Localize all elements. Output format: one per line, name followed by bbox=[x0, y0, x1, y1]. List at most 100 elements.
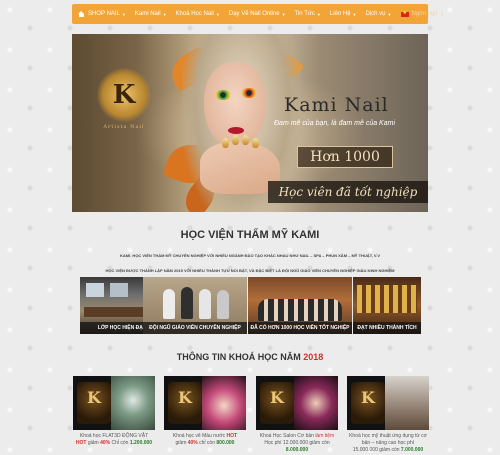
intro-description: HỌC VIỆN ĐƯỢC THÀNH LẬP NĂM 2015 VỚI NHI… bbox=[105, 268, 395, 273]
kami-logo-icon bbox=[351, 382, 385, 424]
nav-label: Tin Tức bbox=[294, 11, 315, 17]
graduates-group bbox=[258, 299, 342, 321]
nav-item-kami-nail[interactable]: Kami Nail ▼ bbox=[135, 11, 167, 17]
price-label: Chỉ còn bbox=[111, 440, 129, 446]
chevron-down-icon: ▼ bbox=[440, 11, 445, 17]
course-image bbox=[73, 376, 155, 430]
price-label: chỉ còn bbox=[199, 440, 215, 446]
nav-item-news[interactable]: Tin Tức ▼ bbox=[295, 11, 321, 17]
discount-label: 15.000.000 giảm còn bbox=[352, 447, 400, 453]
nav-label: Dịch vụ bbox=[365, 11, 386, 17]
chevron-down-icon: ▼ bbox=[162, 11, 167, 17]
language-label: Ngôn ngữ bbox=[411, 11, 439, 17]
teacher-figure bbox=[217, 290, 229, 319]
course-name: Khoá Học Salon Cơ bản bbox=[259, 433, 314, 439]
nail-art bbox=[222, 138, 229, 148]
chevron-down-icon: ▼ bbox=[387, 11, 392, 17]
home-icon bbox=[78, 11, 85, 17]
nav-item-shop-nail[interactable]: SHOP NAIL ▼ bbox=[78, 11, 126, 17]
course-name: Khoá học vẽ Màu nước bbox=[172, 433, 226, 439]
nav-item-online[interactable]: Dạy Vẽ Nail Online ▼ bbox=[229, 11, 286, 17]
feature-card-teachers[interactable]: ĐỘI NGŨ GIÁO VIÊN CHUYÊN NGHIỆP bbox=[143, 277, 247, 334]
discount-label: giảm bbox=[175, 440, 187, 446]
intro-description: KAMI. HỌC VIỆN THẨM MỸ CHUYÊN NGHIỆP VỚI… bbox=[119, 253, 380, 258]
feature-card-graduates[interactable]: ĐÃ CÓ HƠN 1000 HỌC VIÊN TỐT NGHIỆP bbox=[248, 277, 352, 334]
nav-label: Kami Nail bbox=[134, 11, 161, 17]
chevron-down-icon: ▼ bbox=[121, 11, 126, 17]
language-selector[interactable]: Ngôn ngữ ▼ bbox=[400, 10, 445, 17]
course-image bbox=[164, 376, 246, 430]
kami-logo-icon bbox=[260, 382, 294, 424]
hot-label: HOT bbox=[226, 433, 238, 439]
nail-photo bbox=[202, 376, 246, 430]
course-card[interactable]: Khoá học mỹ thuật ứng dụng từ cơ bản – n… bbox=[347, 376, 429, 454]
courses-title: THÔNG TIN KHOÁ HỌC NĂM 2018 bbox=[0, 352, 500, 362]
logo-subtitle: Artista Nail bbox=[103, 124, 145, 130]
teacher-figure bbox=[181, 287, 193, 319]
model-eye-makeup bbox=[240, 88, 258, 98]
kami-logo-icon: K bbox=[97, 68, 151, 122]
classroom-window bbox=[110, 283, 128, 297]
banner-slogan: Đam mê của bạn, là đam mê của Kami bbox=[274, 120, 395, 127]
nav-item-services[interactable]: Dịch vụ ▼ bbox=[366, 11, 392, 17]
nav-item-courses[interactable]: Khoá Học Nail ▼ bbox=[176, 11, 220, 17]
teacher-figure bbox=[199, 289, 211, 319]
classroom-window bbox=[86, 283, 104, 297]
course-image bbox=[256, 376, 338, 430]
intro-title: HỌC VIỆN THẨM MỸ KAMI bbox=[180, 229, 320, 241]
chevron-down-icon: ▼ bbox=[215, 11, 220, 17]
nail-art bbox=[252, 138, 259, 148]
courses-title-text: THÔNG TIN KHOÁ HỌC NĂM bbox=[176, 352, 301, 362]
nav-label: Dạy Vẽ Nail Online bbox=[228, 11, 280, 17]
hero-banner[interactable]: K Artista Nail Kami Nail Đam mê của bạn,… bbox=[72, 34, 428, 212]
students-photo bbox=[385, 376, 429, 430]
course-card[interactable]: Khoá Học Salon Cơ bản làm tiệm Học phí 1… bbox=[256, 376, 338, 454]
model-eye-makeup bbox=[214, 90, 232, 100]
model-lips bbox=[228, 127, 244, 134]
discount-value: 40% bbox=[187, 440, 198, 446]
hot-label: HOT bbox=[75, 440, 87, 446]
discount-label: Học phí 12.000.000 giảm còn bbox=[264, 440, 330, 446]
course-price: 800.000 bbox=[216, 440, 235, 446]
course-image bbox=[347, 376, 429, 430]
nail-art bbox=[232, 135, 239, 145]
nav-item-contact[interactable]: Liên Hệ ▼ bbox=[330, 11, 357, 17]
course-price: 8.000.000 bbox=[285, 447, 309, 453]
course-card[interactable]: Khoá học FLAT3D ĐỘNG VẬT HOT giảm 40% Ch… bbox=[73, 376, 155, 447]
banner-highlight: Hơn 1000 bbox=[297, 146, 393, 168]
banner-logo: K Artista Nail bbox=[86, 54, 162, 144]
course-price: 7.000.000 bbox=[400, 447, 424, 453]
discount-label: giảm bbox=[87, 440, 99, 446]
course-name: Khoá học mỹ thuật ứng dụng từ cơ bản – n… bbox=[349, 433, 427, 446]
course-description: Khoá Học Salon Cơ bản làm tiệm Học phí 1… bbox=[256, 433, 338, 454]
nav-label: SHOP NAIL bbox=[88, 11, 120, 17]
feature-caption: ĐÃ CÓ HƠN 1000 HỌC VIÊN TỐT NGHIỆP bbox=[248, 322, 352, 334]
kami-logo-icon bbox=[77, 382, 111, 424]
discount-value: 40% bbox=[100, 440, 111, 446]
feature-caption: ĐỘI NGŨ GIÁO VIÊN CHUYÊN NGHIỆP bbox=[143, 322, 247, 334]
feature-card-achievements[interactable]: ĐẠT NHIỀU THÀNH TÍCH bbox=[353, 277, 421, 334]
vietnam-flag-icon bbox=[400, 10, 409, 17]
nail-photo bbox=[294, 376, 338, 430]
course-name: Khoá học FLAT3D ĐỘNG VẬT bbox=[79, 433, 149, 439]
feature-caption: ĐẠT NHIỀU THÀNH TÍCH bbox=[353, 322, 421, 334]
course-description: Khoá học FLAT3D ĐỘNG VẬT HOT giảm 40% Ch… bbox=[73, 433, 155, 447]
course-price: 1.200.000 bbox=[129, 440, 153, 446]
nail-photo bbox=[111, 376, 155, 430]
courses-year: 2018 bbox=[303, 352, 324, 362]
main-nav: SHOP NAIL ▼ Kami Nail ▼ Khoá Học Nail ▼ … bbox=[72, 4, 444, 24]
trophy-shelf bbox=[357, 285, 417, 313]
banner-title: Kami Nail bbox=[284, 94, 389, 116]
teacher-figure bbox=[163, 289, 175, 319]
chevron-down-icon: ▼ bbox=[281, 11, 286, 17]
course-card[interactable]: Khoá học vẽ Màu nước HOT giảm 40% chỉ cò… bbox=[164, 376, 246, 447]
banner-caption: Học viên đã tốt nghiệp bbox=[268, 181, 428, 203]
course-description: Khoá học vẽ Màu nước HOT giảm 40% chỉ cò… bbox=[164, 433, 246, 447]
nail-art bbox=[242, 135, 249, 145]
chevron-down-icon: ▼ bbox=[352, 11, 357, 17]
nav-label: Khoá Học Nail bbox=[175, 11, 214, 17]
course-description: Khoá học mỹ thuật ứng dụng từ cơ bản – n… bbox=[347, 433, 429, 454]
chevron-down-icon: ▼ bbox=[316, 11, 321, 17]
kami-logo-icon bbox=[168, 382, 202, 424]
hot-label: làm tiệm bbox=[315, 433, 335, 439]
